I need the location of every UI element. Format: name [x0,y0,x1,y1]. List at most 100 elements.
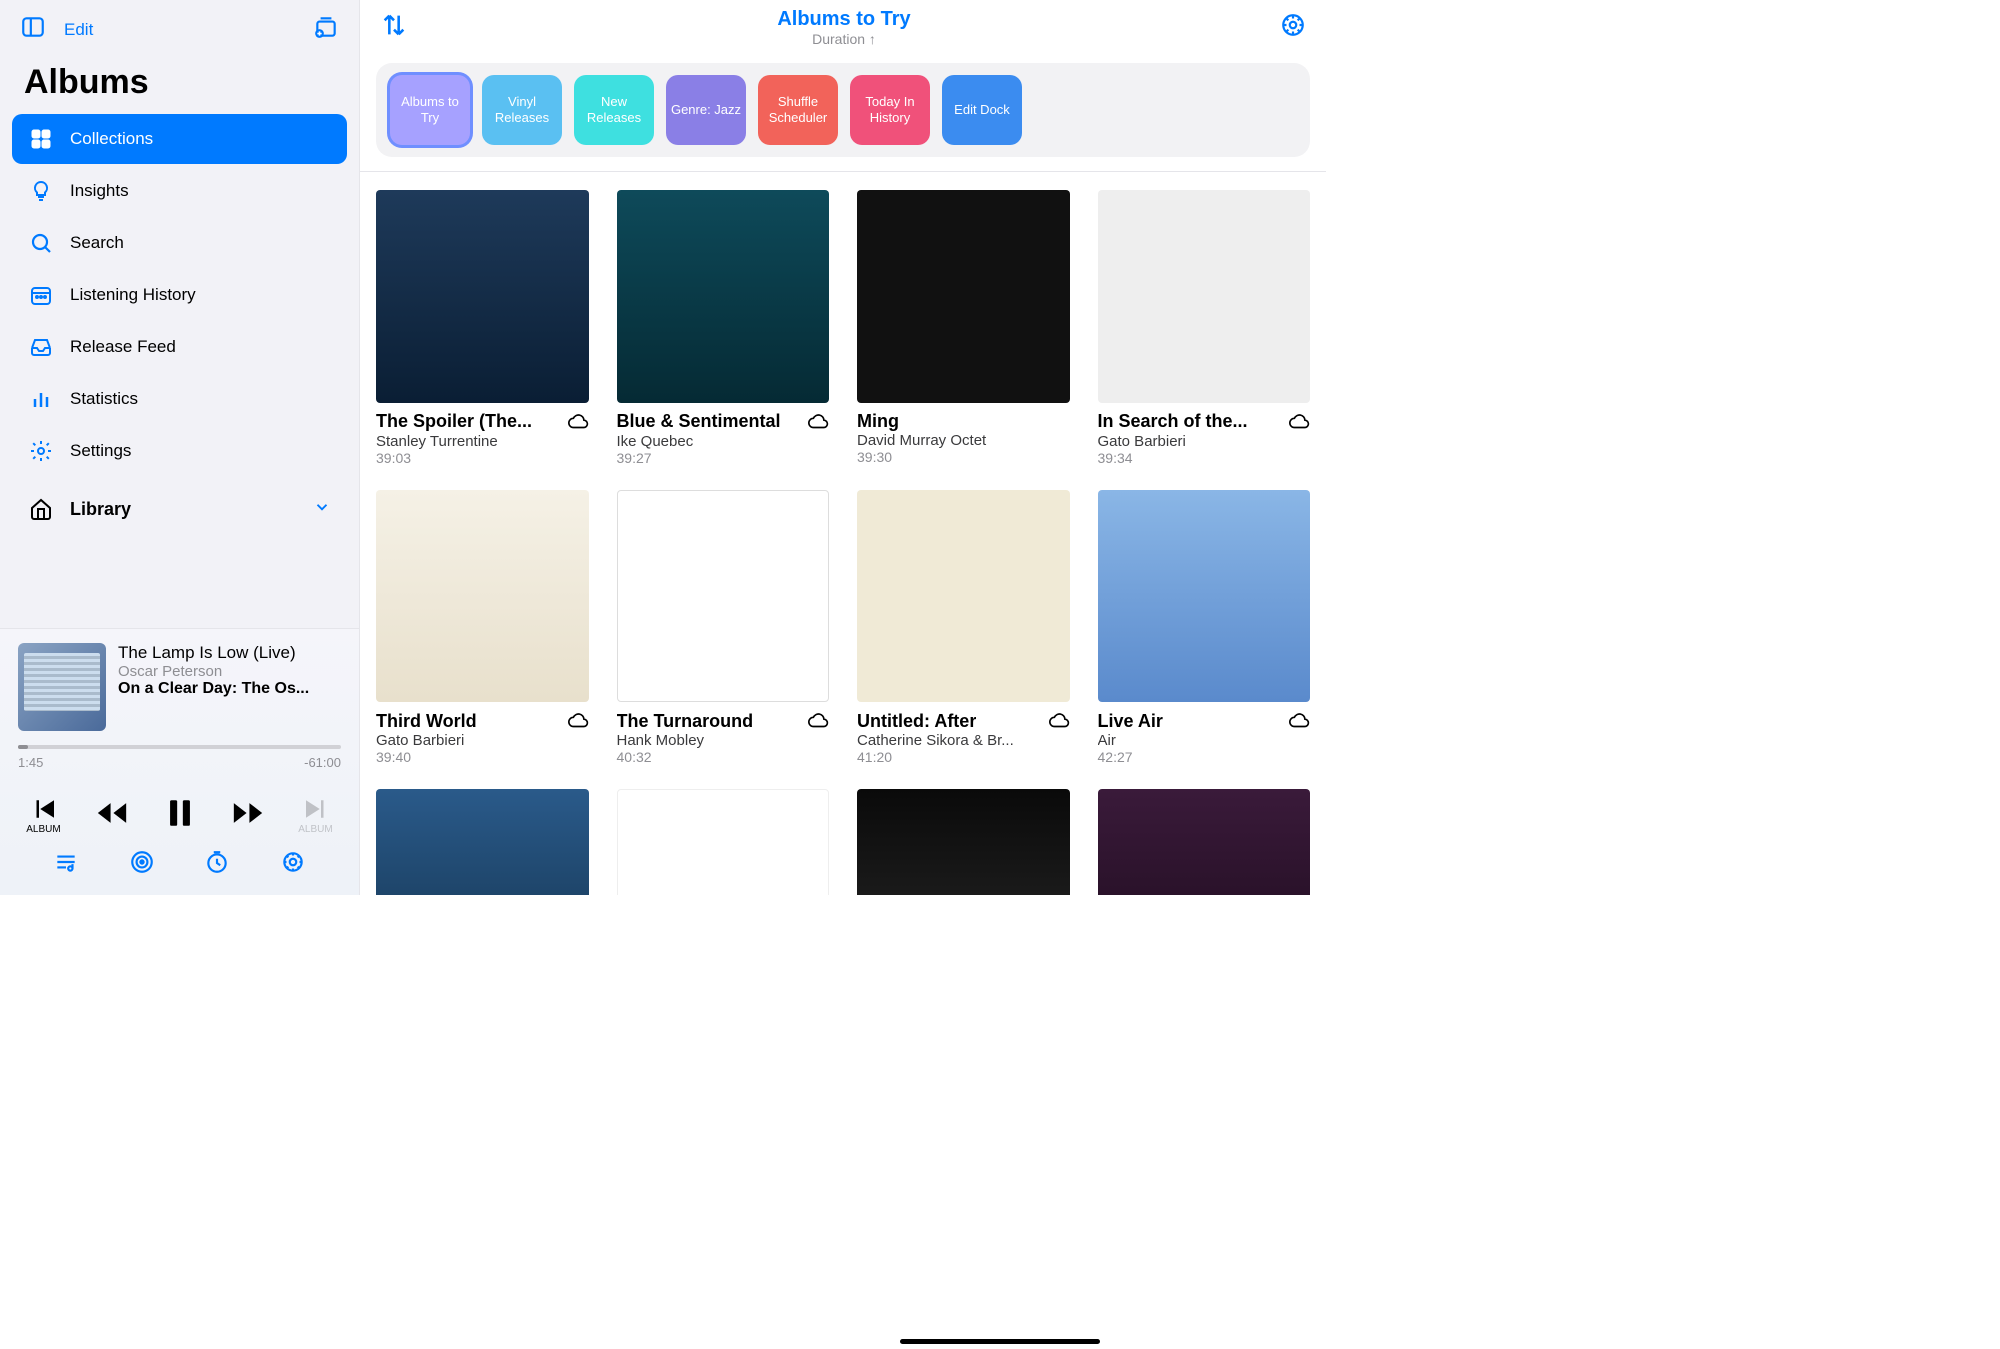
dock-item-6[interactable]: Edit Dock [942,75,1022,145]
rewind-button[interactable] [93,794,131,832]
sidebar: Edit Albums Collections Insights Search … [0,0,360,895]
airplay-icon[interactable] [129,849,155,875]
album-title: Blue & Sentimental [617,411,781,432]
dock-item-0[interactable]: Albums to Try [390,75,470,145]
album-duration: 39:40 [376,749,589,765]
dock-item-3[interactable]: Genre: Jazz [666,75,746,145]
sidebar-item-collections[interactable]: Collections [12,114,347,164]
dock-item-label: Albums to Try [394,94,466,125]
now-playing-artist: Oscar Peterson [118,663,341,680]
album-artist: David Murray Octet [857,432,1070,449]
sidebar-item-search[interactable]: Search [12,218,347,268]
dock: Albums to Try Vinyl Releases New Releases G… [376,63,1310,157]
sidebar-item-library[interactable]: Library [12,478,347,534]
nav: Collections Insights Search Listening Hi… [0,114,359,536]
album-card[interactable]: Blue & Sentimental Ike Quebec 39:27 [617,190,830,466]
cloud-icon [1288,411,1310,433]
main-header: Albums to Try Duration ↑ [360,0,1326,51]
album-duration: 42:27 [1098,749,1311,765]
album-card[interactable] [1098,789,1311,895]
album-title: Third World [376,711,477,732]
album-duration: 39:30 [857,449,1070,465]
album-title: Ming [857,411,899,432]
album-artist: Hank Mobley [617,732,830,749]
album-card[interactable]: Live Air Air 42:27 [1098,490,1311,766]
sidebar-item-history[interactable]: Listening History [12,270,347,320]
gear-icon [28,438,54,464]
edit-button[interactable]: Edit [64,20,93,40]
add-stack-icon[interactable] [313,14,339,45]
dock-item-label: New Releases [578,94,650,125]
dock-item-4[interactable]: Shuffle Scheduler [758,75,838,145]
dock-item-5[interactable]: Today In History [850,75,930,145]
cloud-icon [567,411,589,433]
grid-icon [28,126,54,152]
sidebar-item-label: Settings [70,441,131,461]
now-playing-track: The Lamp Is Low (Live) [118,643,341,663]
album-artist: Air [1098,732,1311,749]
dock-item-1[interactable]: Vinyl Releases [482,75,562,145]
sidebar-toggle-icon[interactable] [20,14,46,45]
cloud-icon [1288,710,1310,732]
sort-icon[interactable] [380,11,408,44]
forward-button[interactable] [229,794,267,832]
dock-item-label: Today In History [854,94,926,125]
sidebar-item-label: Search [70,233,124,253]
dock-item-label: Genre: Jazz [671,102,741,118]
album-card[interactable] [617,789,830,895]
album-card[interactable] [857,789,1070,895]
album-card[interactable]: The Spoiler (The... Stanley Turrentine 3… [376,190,589,466]
sidebar-item-statistics[interactable]: Statistics [12,374,347,424]
album-art [617,190,830,403]
album-grid[interactable]: The Spoiler (The... Stanley Turrentine 3… [360,171,1326,895]
prev-album-button[interactable] [25,790,63,828]
album-artist: Stanley Turrentine [376,433,589,450]
album-art [376,490,589,703]
dock-item-label: Vinyl Releases [486,94,558,125]
sidebar-item-label: Insights [70,181,129,201]
search-icon [28,230,54,256]
progress-bar[interactable] [18,745,341,749]
album-art [1098,490,1311,703]
next-album-button[interactable] [297,790,335,828]
album-card[interactable]: Ming David Murray Octet 39:30 [857,190,1070,466]
album-duration: 39:34 [1098,450,1311,466]
album-art [617,490,830,703]
cloud-icon [807,411,829,433]
album-art [857,190,1070,403]
dock-item-2[interactable]: New Releases [574,75,654,145]
album-artist: Ike Quebec [617,433,830,450]
album-card[interactable]: The Turnaround Hank Mobley 40:32 [617,490,830,766]
album-title: In Search of the... [1098,411,1248,432]
now-playing[interactable]: The Lamp Is Low (Live) Oscar Peterson On… [18,643,341,731]
bars-icon [28,386,54,412]
album-art [1098,190,1311,403]
album-artist: Catherine Sikora & Br... [857,732,1070,749]
album-card[interactable]: Third World Gato Barbieri 39:40 [376,490,589,766]
album-art [857,789,1070,895]
home-indicator [900,1339,1100,1344]
album-duration: 41:20 [857,749,1070,765]
album-art [617,789,830,895]
now-playing-album: On a Clear Day: The Os... [118,680,341,698]
album-title: Untitled: After [857,711,976,732]
page-title[interactable]: Albums to Try [408,8,1280,31]
cloud-icon [807,710,829,732]
album-duration: 40:32 [617,749,830,765]
view-settings-icon[interactable] [1280,12,1306,43]
player: The Lamp Is Low (Live) Oscar Peterson On… [0,628,359,895]
sidebar-item-insights[interactable]: Insights [12,166,347,216]
sidebar-item-settings[interactable]: Settings [12,426,347,476]
album-card[interactable] [376,789,589,895]
timer-icon[interactable] [204,849,230,875]
queue-icon[interactable] [53,849,79,875]
sidebar-item-release-feed[interactable]: Release Feed [12,322,347,372]
settings-icon[interactable] [280,849,306,875]
pause-button[interactable] [161,794,199,832]
album-card[interactable]: Untitled: After Catherine Sikora & Br...… [857,490,1070,766]
album-artist: Gato Barbieri [376,732,589,749]
album-card[interactable]: In Search of the... Gato Barbieri 39:34 [1098,190,1311,466]
calendar-icon [28,282,54,308]
album-art [376,190,589,403]
chevron-down-icon [313,498,331,521]
